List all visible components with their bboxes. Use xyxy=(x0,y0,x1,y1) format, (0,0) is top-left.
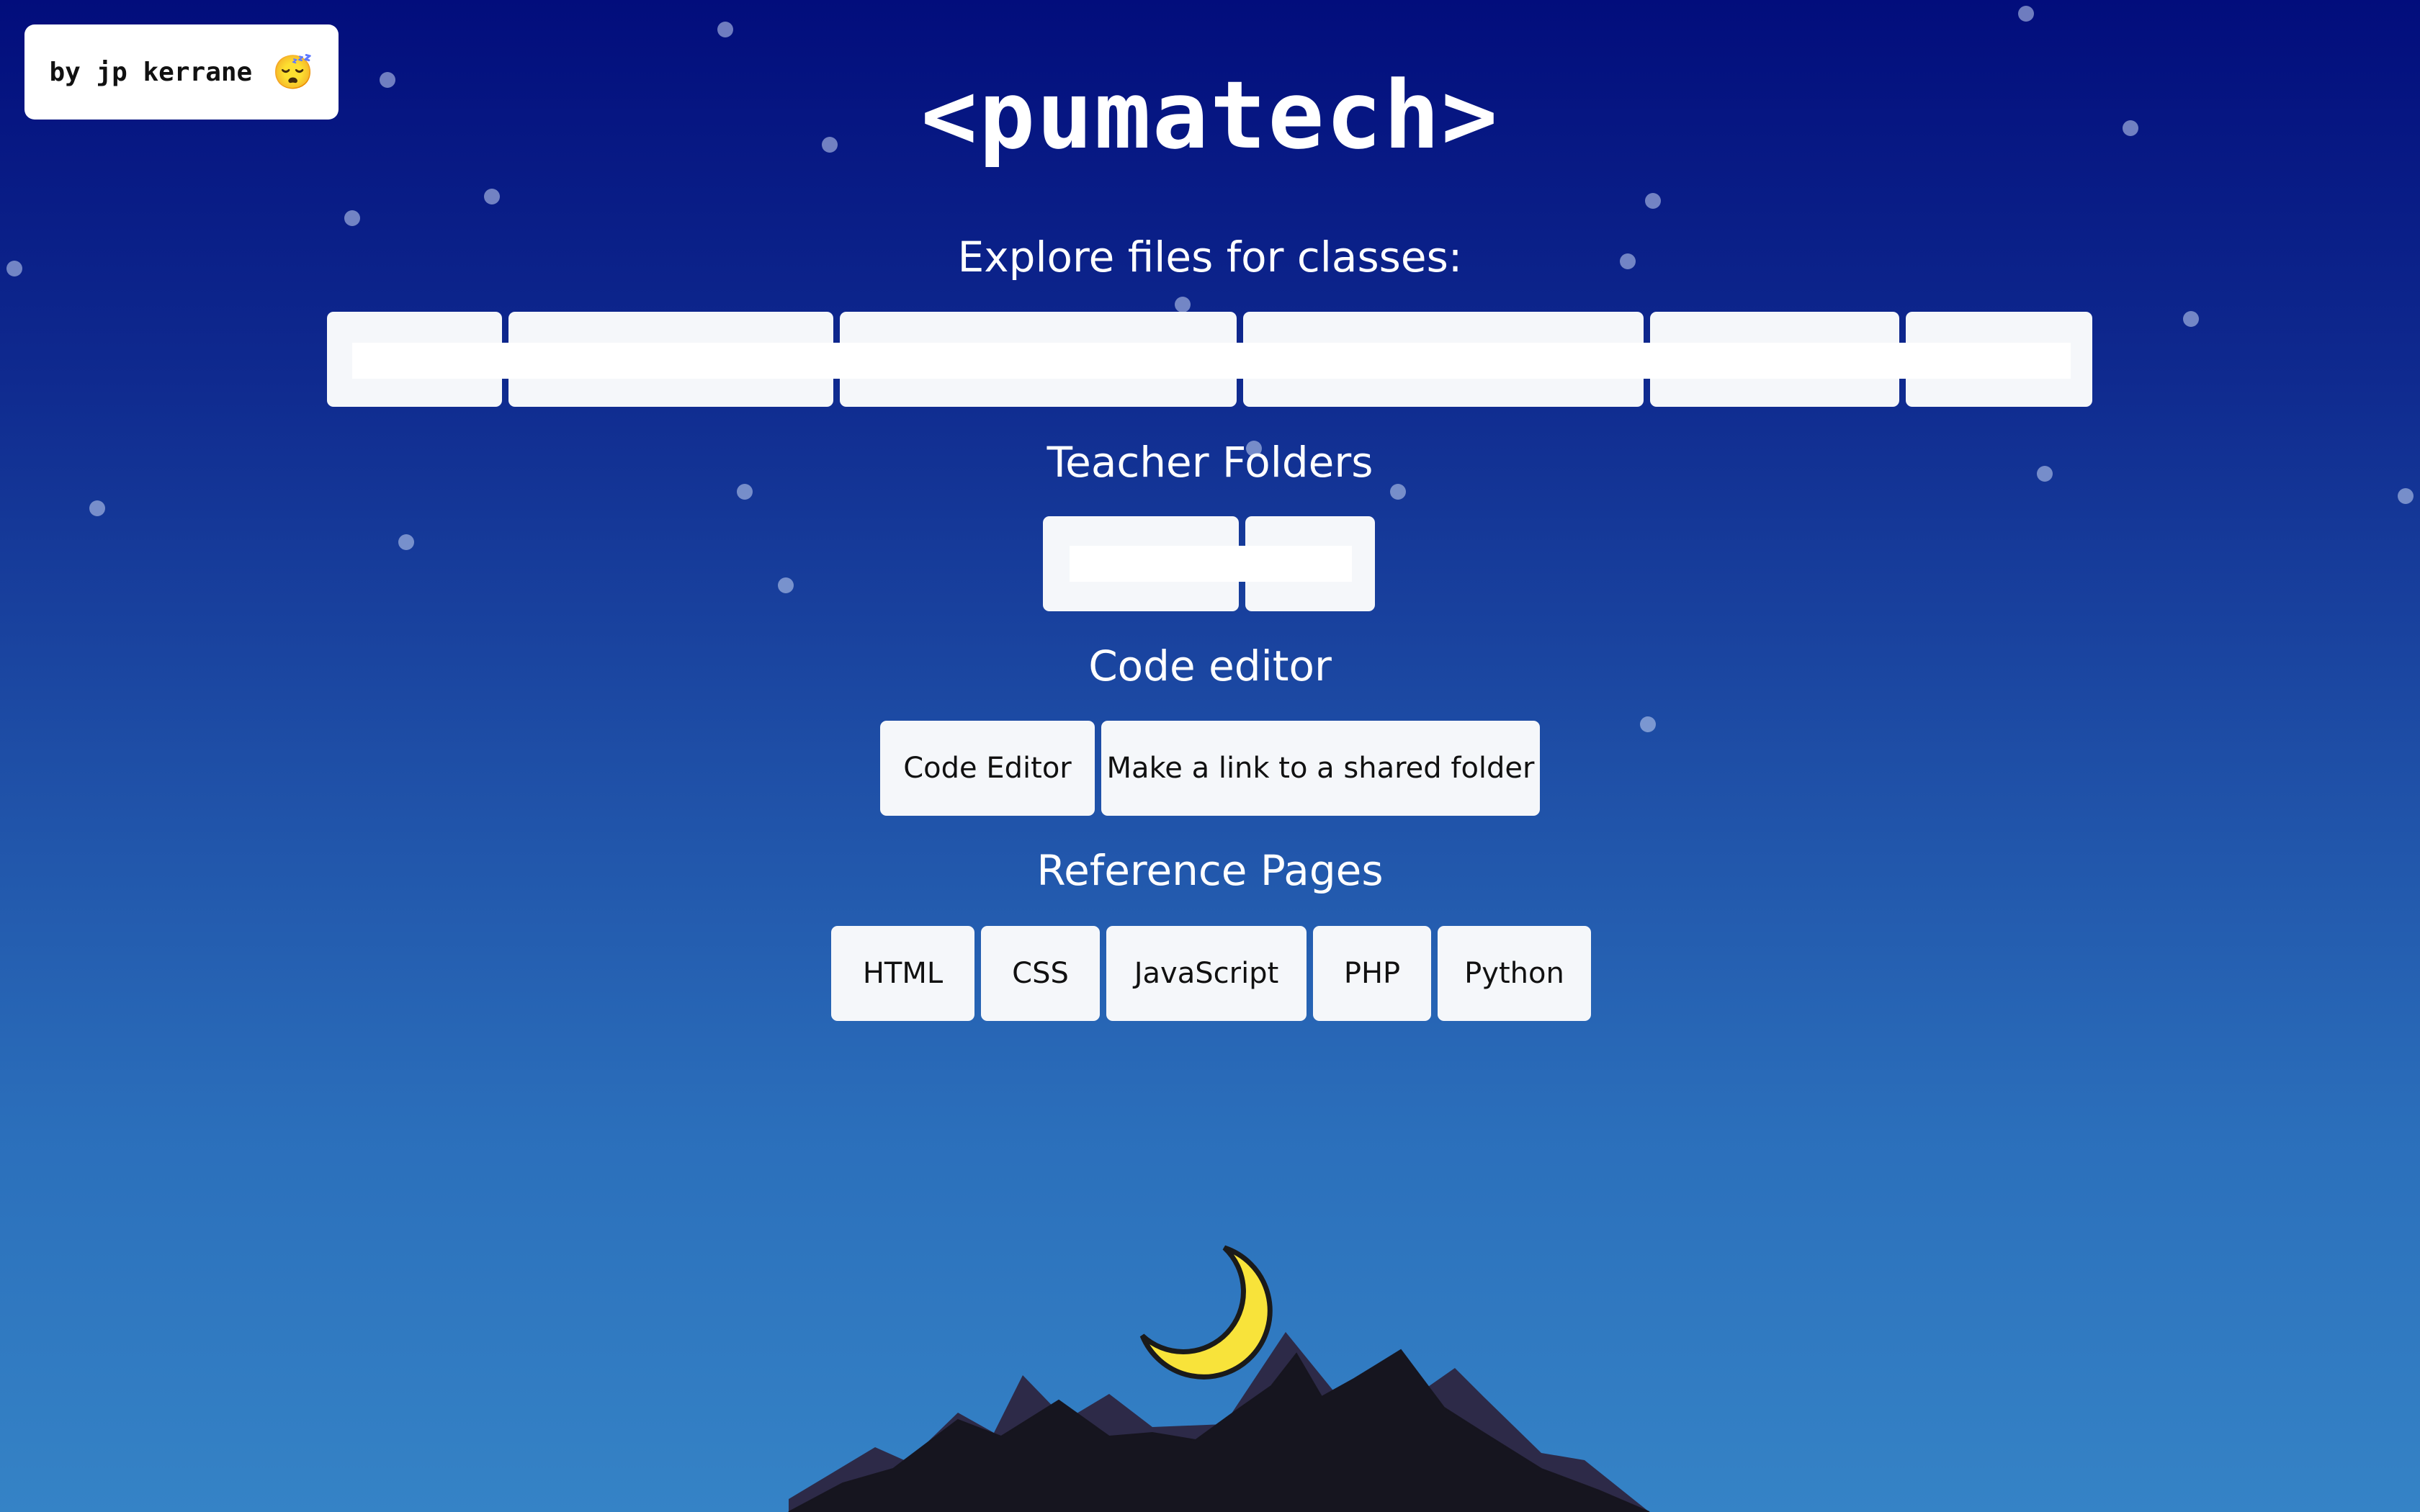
reference-html-button[interactable]: HTML xyxy=(831,926,974,1021)
reference-buttons: HTML CSS JavaScript PHP Python xyxy=(831,926,1591,1021)
shared-folder-link-button[interactable]: Make a link to a shared folder xyxy=(1101,721,1540,816)
reference-pages-heading: Reference Pages xyxy=(1036,846,1384,895)
reference-python-button[interactable]: Python xyxy=(1438,926,1591,1021)
classes-heading: Explore files for classes: xyxy=(957,233,1463,282)
code-editor-heading: Code editor xyxy=(1088,642,1332,690)
back-mountains xyxy=(789,1332,1649,1512)
reference-javascript-button[interactable]: JavaScript xyxy=(1106,926,1307,1021)
reference-css-button[interactable]: CSS xyxy=(981,926,1100,1021)
teacher-labels-overlay xyxy=(1070,546,1352,582)
moon-icon xyxy=(1139,1245,1273,1380)
teacher-folders-heading: Teacher Folders xyxy=(1047,438,1373,487)
code-editor-button[interactable]: Code Editor xyxy=(880,721,1095,816)
class-labels-overlay xyxy=(352,343,2071,379)
front-mountains xyxy=(788,1349,1650,1512)
mountains-illustration xyxy=(788,1332,1650,1512)
reference-php-button[interactable]: PHP xyxy=(1313,926,1431,1021)
code-editor-buttons: Code Editor Make a link to a shared fold… xyxy=(880,721,1540,816)
site-title: <pumatech> xyxy=(920,60,1500,170)
